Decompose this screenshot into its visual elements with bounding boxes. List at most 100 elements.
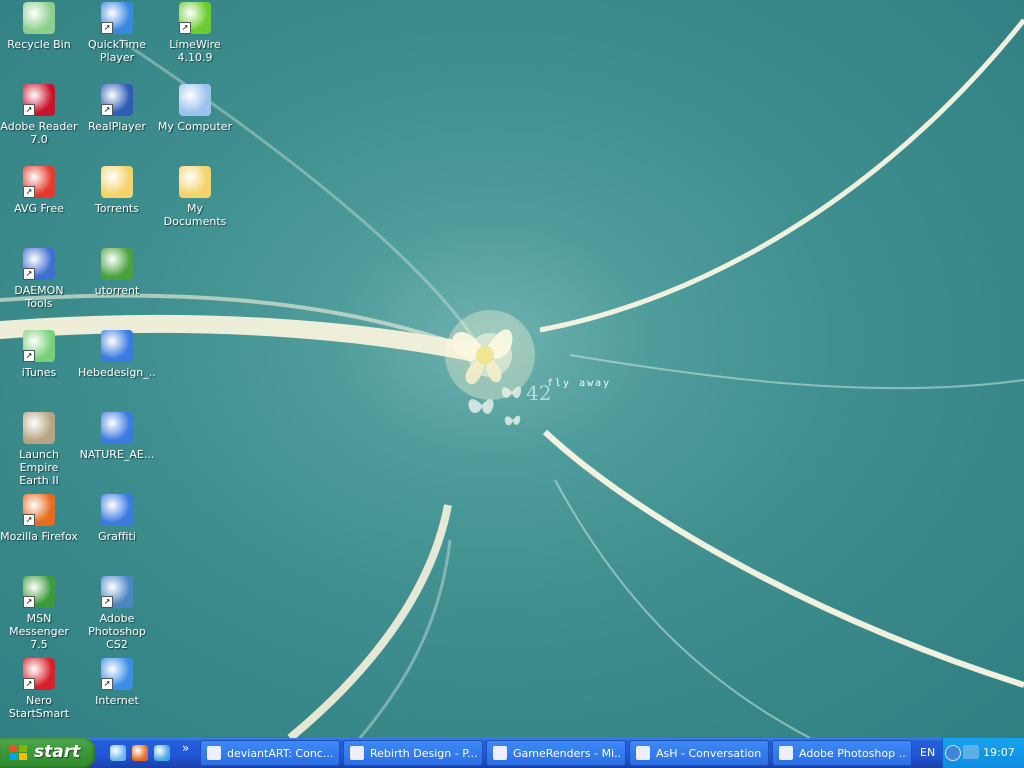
desktop-icon-label: Internet <box>95 694 139 707</box>
ie-window-icon <box>350 746 364 760</box>
shortcut-arrow-icon: ↗ <box>101 22 113 34</box>
network-icon[interactable] <box>963 745 979 759</box>
desktop-icon-label: Adobe Reader 7.0 <box>0 120 78 146</box>
photoshop-icon <box>779 746 793 760</box>
desktop-icon-my-computer[interactable]: My Computer <box>156 84 234 133</box>
system-tray: 19:07 <box>942 738 1024 768</box>
desktop-icon-nature-ae[interactable]: NATURE_AE... <box>78 412 156 461</box>
desktop-icon-quicktime[interactable]: ↗ QuickTime Player <box>78 2 156 64</box>
shortcut-arrow-icon: ↗ <box>179 22 191 34</box>
desktop-icon-firefox[interactable]: ↗ Mozilla Firefox <box>0 494 78 543</box>
tray-expand-icon[interactable] <box>945 745 961 761</box>
shortcut-arrow-icon: ↗ <box>23 186 35 198</box>
limewire-icon: ↗ <box>179 2 211 34</box>
desktop-icon-label: My Documents <box>163 202 227 228</box>
wallpaper-title: fly away <box>547 378 612 389</box>
task-button[interactable]: Rebirth Design - P... <box>343 740 483 766</box>
desktop-icon-label: iTunes <box>21 366 57 379</box>
ie-window-icon <box>207 746 221 760</box>
nero-icon: ↗ <box>23 658 55 690</box>
msn-chat-icon <box>636 746 650 760</box>
start-label: start <box>34 742 81 762</box>
firefox-icon: ↗ <box>23 494 55 526</box>
quicktime-icon: ↗ <box>101 2 133 34</box>
utorrent-icon <box>101 248 133 280</box>
desktop-icon-label: LimeWire 4.10.9 <box>169 38 221 64</box>
internet-explorer-icon: ↗ <box>101 658 133 690</box>
desktop-icon-utorrent[interactable]: utorrent <box>78 248 156 297</box>
shapes-puzzle-icon <box>101 412 133 444</box>
shortcut-arrow-icon: ↗ <box>101 104 113 116</box>
quick-launch-overflow[interactable]: » <box>182 741 189 755</box>
desktop-icon-label: Mozilla Firefox <box>0 530 78 543</box>
windows-logo-icon <box>10 745 27 760</box>
task-button[interactable]: deviantART: Conc... <box>200 740 340 766</box>
desktop-icon-label: Hebedesign_... <box>78 366 156 379</box>
desktop-icon-daemon-tools[interactable]: ↗ DAEMON Tools <box>0 248 78 310</box>
desktop-icon-photoshop[interactable]: ↗ Adobe Photoshop CS2 <box>78 576 156 651</box>
desktop-icon-label: utorrent <box>94 284 140 297</box>
empire-earth-icon <box>23 412 55 444</box>
task-button-label: deviantART: Conc... <box>227 747 334 760</box>
desktop-icon-limewire[interactable]: ↗ LimeWire 4.10.9 <box>156 2 234 64</box>
desktop-icon-label: MSN Messenger 7.5 <box>9 612 69 651</box>
desktop-icon-label: Torrents <box>95 202 139 215</box>
start-button[interactable]: start <box>0 738 96 768</box>
shortcut-arrow-icon: ↗ <box>23 514 35 526</box>
desktop-icon-internet[interactable]: ↗ Internet <box>78 658 156 707</box>
desktop[interactable]: 42 fly away Recycle Bin ↗ QuickTime Player… <box>0 0 1024 738</box>
desktop-icon-my-documents[interactable]: My Documents <box>156 166 234 228</box>
itunes-icon: ↗ <box>23 330 55 362</box>
msn-messenger-icon[interactable] <box>154 745 170 761</box>
clock[interactable]: 19:07 <box>983 746 1015 759</box>
folder-icon <box>101 166 133 198</box>
firefox-icon[interactable] <box>132 745 148 761</box>
recycle-bin-icon <box>23 2 55 34</box>
desktop-icon-adobe-reader[interactable]: ↗ Adobe Reader 7.0 <box>0 84 78 146</box>
shortcut-arrow-icon: ↗ <box>101 678 113 690</box>
task-button-label: AsH - Conversation <box>656 747 762 760</box>
my-computer-icon <box>179 84 211 116</box>
shortcut-arrow-icon: ↗ <box>23 678 35 690</box>
task-button-label: Adobe Photoshop ... <box>799 747 907 760</box>
desktop-icon-label: NATURE_AE... <box>79 448 155 461</box>
avg-icon: ↗ <box>23 166 55 198</box>
my-documents-icon <box>179 166 211 198</box>
desktop-icon-label: RealPlayer <box>88 120 146 133</box>
desktop-icon-label: QuickTime Player <box>87 38 147 64</box>
shapes-puzzle-icon <box>101 330 133 362</box>
desktop-icon-recycle-bin[interactable]: Recycle Bin <box>0 2 78 51</box>
desktop-icon-label: AVG Free <box>14 202 64 215</box>
realplayer-icon: ↗ <box>101 84 133 116</box>
desktop-icon-nero[interactable]: ↗ Nero StartSmart <box>0 658 78 720</box>
language-indicator[interactable]: EN <box>920 746 935 759</box>
shortcut-arrow-icon: ↗ <box>23 596 35 608</box>
desktop-icon-msn[interactable]: ↗ MSN Messenger 7.5 <box>0 576 78 651</box>
desktop-icon-label: Launch Empire Earth II <box>19 448 59 487</box>
show-desktop-icon[interactable] <box>110 745 126 761</box>
task-button[interactable]: Adobe Photoshop ... <box>772 740 912 766</box>
task-button[interactable]: AsH - Conversation <box>629 740 769 766</box>
daemon-tools-icon: ↗ <box>23 248 55 280</box>
msn-messenger-icon: ↗ <box>23 576 55 608</box>
desktop-icon-label: Nero StartSmart <box>8 694 70 720</box>
task-button-label: GameRenders - Mi... <box>513 747 621 760</box>
photoshop-icon: ↗ <box>101 576 133 608</box>
taskbar: start » deviantART: Conc... Rebirth Desig… <box>0 738 1024 768</box>
shortcut-arrow-icon: ↗ <box>23 350 35 362</box>
desktop-icon-label: DAEMON Tools <box>14 284 64 310</box>
ie-window-icon <box>493 746 507 760</box>
task-button[interactable]: GameRenders - Mi... <box>486 740 626 766</box>
shapes-puzzle-icon <box>101 494 133 526</box>
desktop-icon-itunes[interactable]: ↗ iTunes <box>0 330 78 379</box>
desktop-icon-label: Recycle Bin <box>7 38 71 51</box>
desktop-icon-empire-earth[interactable]: Launch Empire Earth II <box>0 412 78 487</box>
desktop-icon-label: My Computer <box>157 120 233 133</box>
desktop-icon-realplayer[interactable]: ↗ RealPlayer <box>78 84 156 133</box>
desktop-icon-avg-free[interactable]: ↗ AVG Free <box>0 166 78 215</box>
desktop-icon-hebedesign[interactable]: Hebedesign_... <box>78 330 156 379</box>
shortcut-arrow-icon: ↗ <box>23 268 35 280</box>
desktop-icon-graffiti[interactable]: Graffiti <box>78 494 156 543</box>
desktop-icon-torrents[interactable]: Torrents <box>78 166 156 215</box>
task-button-label: Rebirth Design - P... <box>370 747 478 760</box>
